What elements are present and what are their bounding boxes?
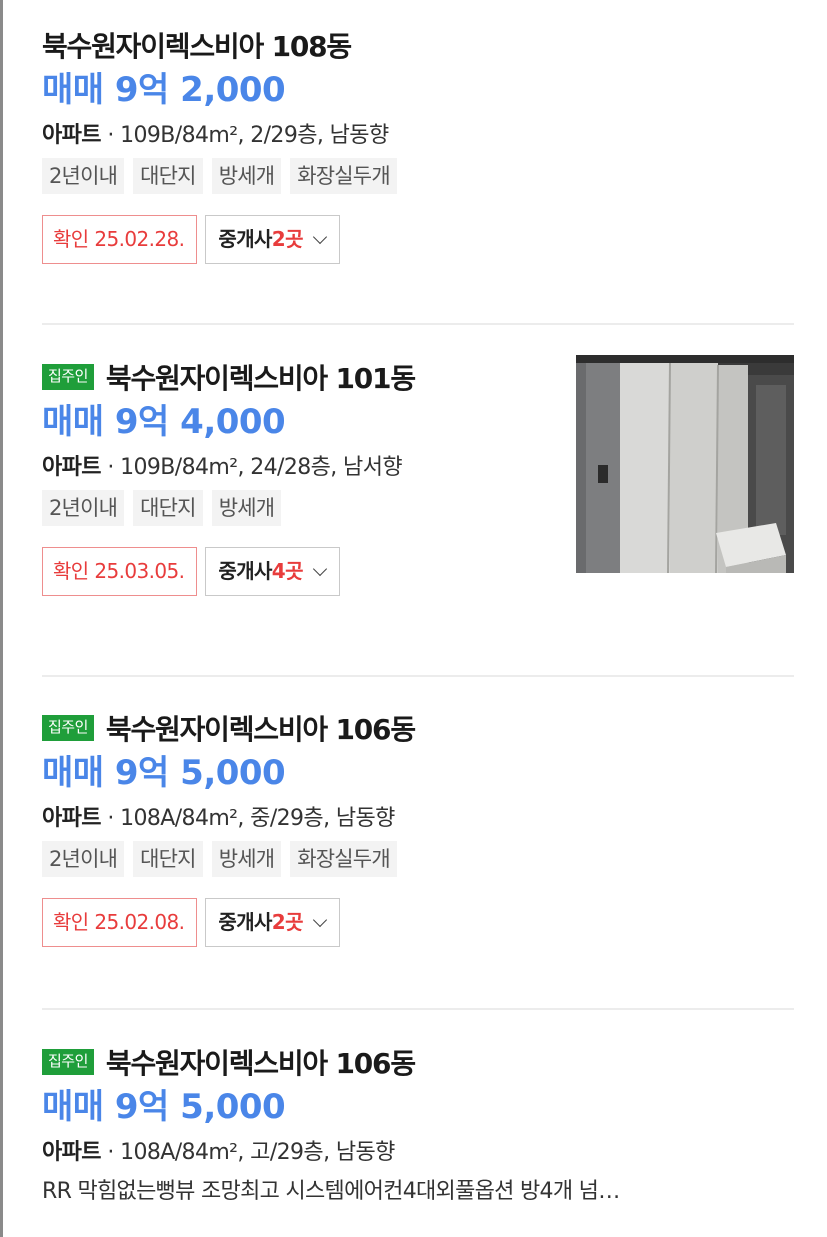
- property-spec: · 109B/84m², 24/28층, 남서향: [100, 455, 402, 480]
- tag: 방세개: [211, 158, 282, 194]
- tag: 방세개: [211, 841, 282, 877]
- listing-title[interactable]: 북수원자이렉스비아 101동: [106, 357, 416, 397]
- tag: 2년이내: [42, 490, 125, 526]
- listing-meta-row: 확인 25.02.08. 중개사 2곳: [42, 898, 794, 947]
- left-border: [0, 0, 3, 1237]
- property-spec: · 108A/84m², 중/29층, 남동향: [100, 806, 395, 831]
- listing-title[interactable]: 북수원자이렉스비아 106동: [106, 1042, 416, 1082]
- listing-title[interactable]: 북수원자이렉스비아 106동: [106, 708, 416, 748]
- tag: 대단지: [133, 841, 203, 877]
- broker-count: 2곳: [271, 227, 304, 251]
- confirm-date-badge: 확인 25.02.28.: [42, 215, 198, 264]
- owner-badge: 집주인: [42, 364, 94, 390]
- tag: 화장실두개: [290, 158, 397, 194]
- property-type: 아파트: [42, 455, 102, 480]
- broker-count-button[interactable]: 중개사 2곳: [205, 898, 340, 947]
- listing-spec: 아파트 · 108A/84m², 고/29층, 남동향: [42, 1134, 794, 1172]
- listing-item[interactable]: 집주인 북수원자이렉스비아 101동 매매 9억 4,000 아파트 · 109…: [42, 325, 794, 677]
- property-type: 아파트: [42, 1140, 102, 1165]
- listing-description: RR 막힘없는뻥뷰 조망최고 시스템에어컨4대외풀옵션 방4개 넘…: [42, 1179, 620, 1204]
- tag: 2년이내: [42, 841, 125, 877]
- wardrobe-photo: [576, 355, 794, 573]
- tag: 대단지: [133, 158, 203, 194]
- broker-label: 중개사: [218, 227, 272, 251]
- listing-item[interactable]: 북수원자이렉스비아 108동 매매 9억 2,000 아파트 · 109B/84…: [42, 0, 794, 325]
- broker-label: 중개사: [218, 559, 272, 583]
- broker-count: 2곳: [271, 910, 304, 934]
- tag: 대단지: [133, 490, 203, 526]
- listing-title-row: 집주인 북수원자이렉스비아 106동: [42, 1044, 794, 1080]
- listing-title-row: 북수원자이렉스비아 108동: [42, 27, 794, 63]
- broker-count-button[interactable]: 중개사 4곳: [205, 547, 340, 596]
- tag: 화장실두개: [290, 841, 397, 877]
- tag: 방세개: [211, 490, 282, 526]
- broker-label: 중개사: [218, 910, 272, 934]
- listing-spec: 아파트 · 109B/84m², 2/29층, 남동향: [42, 117, 794, 155]
- confirm-date-badge: 확인 25.02.08.: [42, 898, 198, 947]
- listing-spec: 아파트 · 108A/84m², 중/29층, 남동향: [42, 800, 794, 838]
- confirm-date-badge: 확인 25.03.05.: [42, 547, 198, 596]
- listing-price: 매매 9억 2,000: [42, 70, 286, 110]
- property-spec: · 109B/84m², 2/29층, 남동향: [100, 123, 389, 148]
- listing-tags: 2년이내 대단지 방세개 화장실두개: [42, 158, 794, 194]
- tag: 2년이내: [42, 158, 125, 194]
- listing-price: 매매 9억 5,000: [42, 753, 286, 793]
- listing-list: 북수원자이렉스비아 108동 매매 9억 2,000 아파트 · 109B/84…: [42, 0, 794, 1237]
- broker-count-button[interactable]: 중개사 2곳: [205, 215, 340, 264]
- listing-price: 매매 9억 5,000: [42, 1087, 286, 1127]
- owner-badge: 집주인: [42, 1049, 94, 1075]
- listing-title[interactable]: 북수원자이렉스비아 108동: [42, 25, 352, 65]
- chevron-down-icon: [312, 229, 327, 244]
- listing-item[interactable]: 집주인 북수원자이렉스비아 106동 매매 9억 5,000 아파트 · 108…: [42, 1010, 794, 1237]
- chevron-down-icon: [312, 561, 327, 576]
- listing-meta-row: 확인 25.02.28. 중개사 2곳: [42, 215, 794, 264]
- listing-tags: 2년이내 대단지 방세개 화장실두개: [42, 841, 794, 877]
- listing-title-row: 집주인 북수원자이렉스비아 106동: [42, 710, 794, 746]
- property-type: 아파트: [42, 123, 102, 148]
- listing-thumbnail[interactable]: [576, 355, 794, 573]
- listing-item[interactable]: 집주인 북수원자이렉스비아 106동 매매 9억 5,000 아파트 · 108…: [42, 677, 794, 1010]
- broker-count: 4곳: [271, 559, 304, 583]
- property-spec: · 108A/84m², 고/29층, 남동향: [100, 1140, 395, 1165]
- property-type: 아파트: [42, 806, 102, 831]
- owner-badge: 집주인: [42, 715, 94, 741]
- chevron-down-icon: [312, 912, 327, 927]
